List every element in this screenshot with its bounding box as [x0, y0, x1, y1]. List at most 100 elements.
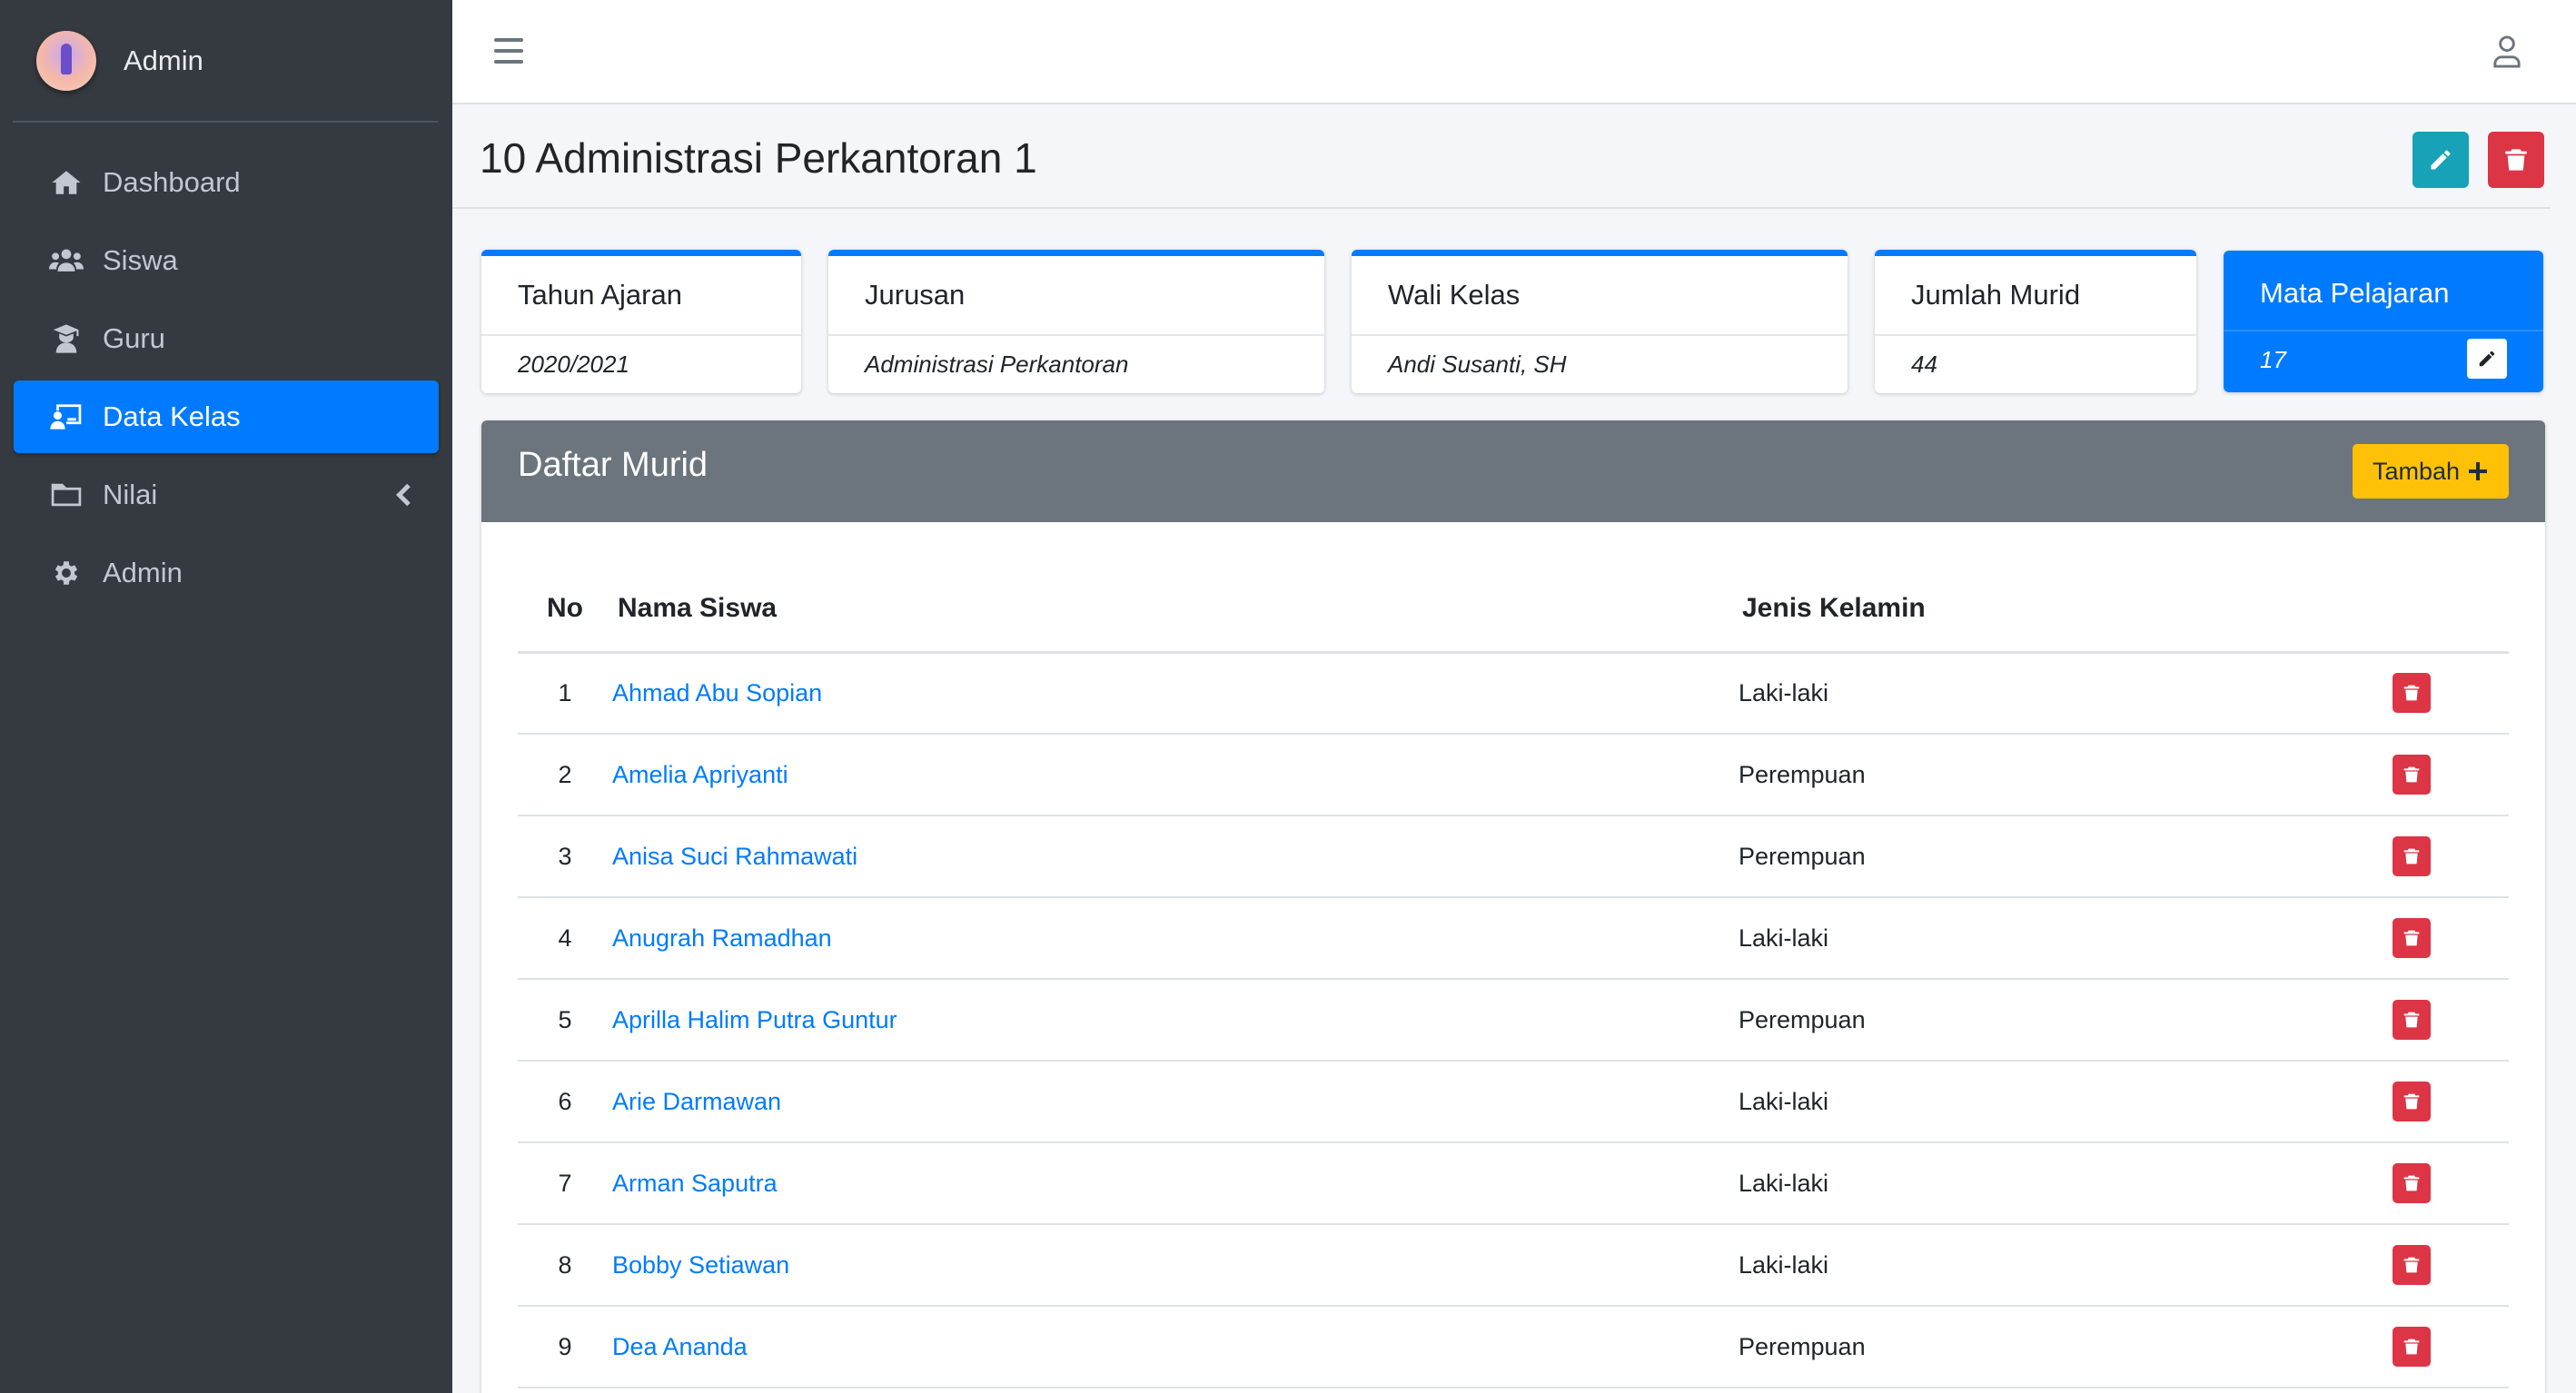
sidebar-item-label: Data Kelas — [103, 400, 241, 432]
add-student-button[interactable]: Tambah — [2352, 444, 2509, 499]
sidebar-item-label: Guru — [103, 322, 165, 354]
student-name-link[interactable]: Aprilla Halim Putra Guntur — [612, 1006, 897, 1033]
student-name-link[interactable]: Dea Ananda — [612, 1333, 748, 1360]
student-name-link[interactable]: Arie Darmawan — [612, 1088, 781, 1115]
delete-student-button[interactable] — [2393, 1327, 2431, 1367]
row-number: 1 — [518, 652, 612, 735]
card-label: Wali Kelas — [1352, 256, 1848, 336]
sidebar-user-panel[interactable]: Admin — [13, 0, 438, 123]
row-actions — [2393, 1224, 2509, 1307]
edit-subjects-button[interactable] — [2467, 339, 2507, 379]
student-name-link[interactable]: Arman Saputra — [612, 1170, 778, 1197]
card-value: Administrasi Perkantoran — [865, 351, 1129, 378]
student-name-link[interactable]: Anugrah Ramadhan — [612, 924, 832, 952]
student-name-link[interactable]: Amelia Apriyanti — [612, 761, 788, 788]
delete-student-button[interactable] — [2393, 1000, 2431, 1040]
delete-student-button[interactable] — [2393, 673, 2431, 714]
plus-icon — [2469, 462, 2487, 480]
card-mata-pelajaran: Mata Pelajaran 17 — [2224, 251, 2543, 392]
card-label: Jurusan — [828, 256, 1324, 336]
card-value: 44 — [1911, 351, 1937, 378]
trash-icon — [2505, 149, 2527, 171]
card-value: 17 — [2260, 346, 2286, 373]
panel-title: Daftar Murid — [518, 446, 708, 484]
menu-toggle-icon[interactable] — [494, 38, 523, 64]
sidebar-item-dashboard[interactable]: Dashboard — [14, 146, 439, 219]
teacher-icon — [48, 323, 84, 354]
table-row: 7 Arman Saputra Laki-laki — [518, 1142, 2509, 1225]
trash-icon — [2403, 1339, 2420, 1355]
sidebar-item-data-kelas[interactable]: Data Kelas — [14, 380, 439, 453]
user-icon[interactable] — [2491, 35, 2523, 69]
trash-icon — [2403, 930, 2420, 946]
sidebar-item-admin[interactable]: Admin — [14, 537, 439, 609]
row-actions — [2393, 734, 2509, 816]
pencil-icon — [2479, 351, 2495, 367]
delete-student-button[interactable] — [2393, 1163, 2431, 1203]
card-label: Tahun Ajaran — [481, 256, 801, 336]
student-gender: Perempuan — [1739, 1306, 2393, 1388]
delete-student-button[interactable] — [2393, 1245, 2431, 1285]
sidebar-item-label: Siswa — [103, 244, 178, 276]
student-gender: Perempuan — [1739, 734, 2393, 816]
table-row: 5 Aprilla Halim Putra Guntur Perempuan — [518, 979, 2509, 1062]
row-actions — [2393, 1142, 2509, 1225]
student-gender: Perempuan — [1739, 979, 2393, 1062]
row-actions — [2393, 1306, 2509, 1388]
trash-icon — [2403, 1012, 2420, 1028]
row-number: 3 — [518, 815, 612, 898]
row-actions — [2393, 1061, 2509, 1143]
student-name-cell: Amelia Apriyanti — [612, 734, 1739, 816]
card-value: 2020/2021 — [518, 351, 629, 378]
row-actions — [2393, 897, 2509, 980]
card-wali-kelas: Wali Kelas Andi Susanti, SH — [1352, 250, 1848, 393]
trash-icon — [2403, 1257, 2420, 1273]
sidebar-item-label: Admin — [103, 557, 183, 588]
student-gender: Laki-laki — [1739, 897, 2393, 980]
student-name-link[interactable]: Bobby Setiawan — [612, 1251, 789, 1279]
sidebar-item-siswa[interactable]: Siswa — [14, 224, 439, 297]
edit-class-button[interactable] — [2413, 132, 2469, 188]
table-row: 2 Amelia Apriyanti Perempuan — [518, 734, 2509, 816]
sidebar-nav: Dashboard Siswa Guru Data Kelas Nilai Ad… — [0, 146, 452, 609]
card-tahun-ajaran: Tahun Ajaran 2020/2021 — [481, 250, 801, 393]
student-name-cell: Arman Saputra — [612, 1142, 1739, 1225]
trash-icon — [2403, 1093, 2420, 1110]
row-number: 6 — [518, 1061, 612, 1143]
student-name-link[interactable]: Anisa Suci Rahmawati — [612, 843, 857, 870]
student-name-cell: Aprilla Halim Putra Guntur — [612, 979, 1739, 1062]
sidebar-item-guru[interactable]: Guru — [14, 302, 439, 375]
delete-student-button[interactable] — [2393, 918, 2431, 958]
student-name-cell: Anugrah Ramadhan — [612, 897, 1739, 980]
content-header: 10 Administrasi Perkantoran 1 — [452, 104, 2551, 209]
trash-icon — [2403, 848, 2420, 864]
delete-student-button[interactable] — [2393, 755, 2431, 795]
home-icon — [48, 167, 84, 198]
student-name-cell: Bobby Setiawan — [612, 1224, 1739, 1307]
student-name-cell: Dea Ananda — [612, 1306, 1739, 1388]
trash-icon — [2403, 766, 2420, 783]
table-row: 9 Dea Ananda Perempuan — [518, 1306, 2509, 1388]
card-label: Jumlah Murid — [1875, 256, 2196, 336]
card-value: Andi Susanti, SH — [1388, 351, 1567, 378]
user-name: Admin — [124, 44, 203, 76]
card-jurusan: Jurusan Administrasi Perkantoran — [828, 250, 1324, 393]
delete-student-button[interactable] — [2393, 836, 2431, 876]
student-gender: Perempuan — [1739, 815, 2393, 898]
delete-class-button[interactable] — [2488, 132, 2544, 188]
delete-student-button[interactable] — [2393, 1082, 2431, 1121]
classroom-icon — [48, 401, 84, 432]
table-row: 3 Anisa Suci Rahmawati Perempuan — [518, 815, 2509, 898]
column-header-no: No — [518, 566, 612, 654]
card-body: 17 — [2224, 331, 2543, 389]
student-gender: Laki-laki — [1739, 1142, 2393, 1225]
student-gender: Laki-laki — [1739, 652, 2393, 735]
page-title: 10 Administrasi Perkantoran 1 — [480, 134, 1037, 182]
sidebar-item-nilai[interactable]: Nilai — [14, 459, 439, 531]
add-student-label: Tambah — [2372, 457, 2460, 485]
students-table-body: 1 Ahmad Abu Sopian Laki-laki 2 Amelia Apriya… — [518, 652, 2509, 1388]
gear-icon — [48, 558, 84, 588]
student-name-link[interactable]: Ahmad Abu Sopian — [612, 679, 822, 706]
sidebar-item-label: Nilai — [103, 479, 158, 510]
row-number: 4 — [518, 897, 612, 980]
